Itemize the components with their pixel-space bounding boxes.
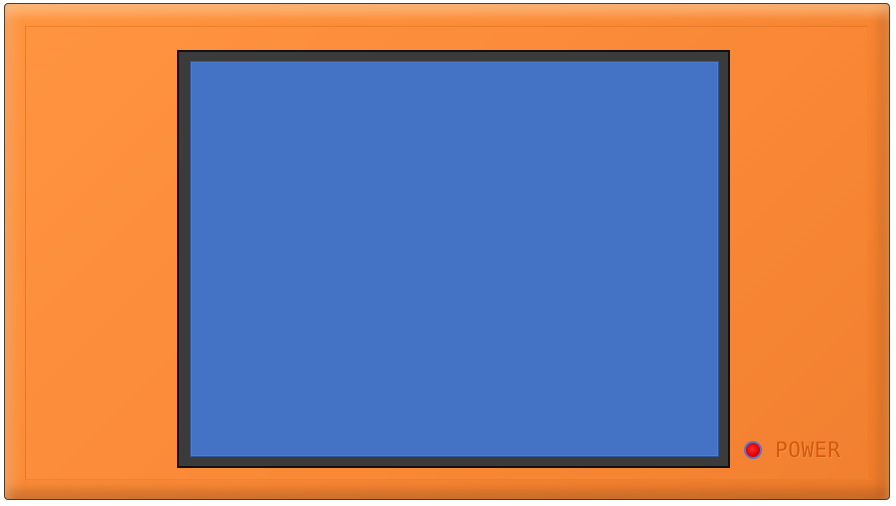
screen-bezel — [177, 50, 730, 468]
display-screen[interactable] — [190, 61, 719, 457]
power-indicator: POWER — [744, 438, 841, 462]
power-led-icon — [744, 441, 762, 459]
device-frame: POWER — [4, 3, 890, 500]
power-label: POWER — [775, 438, 841, 462]
